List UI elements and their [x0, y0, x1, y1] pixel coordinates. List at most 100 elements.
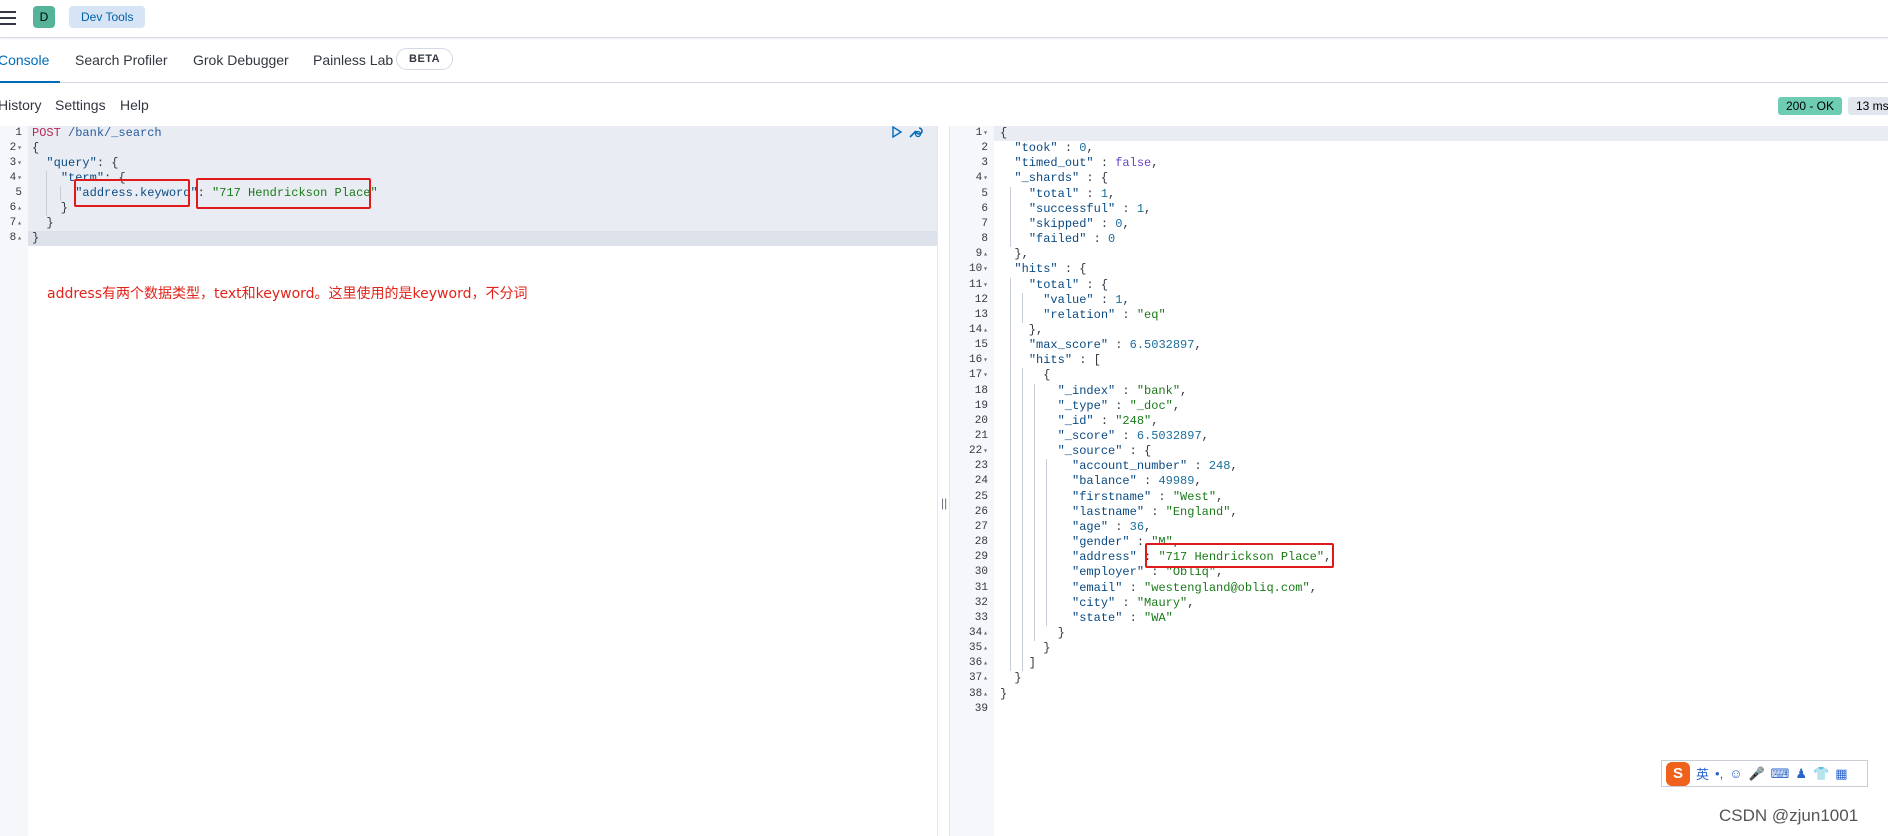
space-avatar[interactable]: D — [33, 6, 55, 28]
line-number: 37▴ — [968, 672, 988, 685]
tab-painless-lab[interactable]: Painless Lab — [313, 38, 393, 83]
line-number: 3▾ — [9, 157, 22, 169]
response-line: "account_number" : 248, — [1072, 459, 1238, 474]
tab-search-profiler[interactable]: Search Profiler — [75, 38, 168, 83]
pane-splitter[interactable]: || — [937, 126, 950, 836]
ime-toolbar: S 英 •, ☺ 🎤 ⌨ ♟ 👕 ▦ — [1661, 760, 1868, 787]
status-badge: 200 - OK — [1778, 97, 1843, 115]
indent-guide — [1046, 459, 1047, 626]
response-gutter: 1▾ 2 3 4▾ 5 6 7 8 9▴ 10▾ 11▾ 12 13 14▴ 15 16▾ 17▾ 18 19 20 2… — [950, 126, 994, 836]
indent-guide — [1010, 186, 1011, 248]
request-line-2: { — [32, 141, 40, 155]
response-line: "lastname" : "England", — [1072, 504, 1238, 519]
response-line: "failed" : 0 — [1028, 232, 1116, 247]
annotation-note: address有两个数据类型，text和keyword。这里使用的是keywor… — [47, 286, 528, 302]
line-number: 29 — [974, 551, 988, 564]
response-line: "email" : "westengland@obliq.com", — [1072, 580, 1317, 595]
request-editor[interactable]: 1 2▾ 3▾ 4▾ 5 6▴ 7▴ 8▴ POST /bank/_search… — [0, 126, 937, 836]
active-line-highlight — [28, 231, 937, 246]
line-number: 23 — [974, 460, 988, 473]
line-number: 31 — [974, 581, 988, 594]
line-number: 2▾ — [9, 142, 22, 154]
line-number: 2 — [981, 142, 988, 155]
history-link[interactable]: History — [0, 97, 42, 113]
request-line-8: } — [32, 231, 40, 245]
response-line: "hits" : [ — [1028, 353, 1101, 368]
line-number: 6 — [981, 202, 988, 215]
highlight-box-value — [196, 178, 371, 209]
emoji-icon[interactable]: ☺ — [1729, 766, 1742, 781]
response-line: "timed_out" : false, — [1014, 156, 1159, 171]
request-gutter: 1 2▾ 3▾ 4▾ 5 6▴ 7▴ 8▴ — [0, 126, 28, 836]
response-line: "_score" : 6.5032897, — [1057, 429, 1209, 443]
line-number: 18 — [974, 384, 988, 397]
line-number: 36▴ — [968, 657, 988, 670]
response-line: } — [1000, 641, 1051, 656]
response-line: "skipped" : 0, — [1028, 216, 1130, 231]
line-number: 28 — [974, 536, 988, 549]
punctuation-icon[interactable]: •, — [1715, 766, 1723, 781]
line-number: 7▴ — [9, 217, 22, 229]
line-number: 24 — [974, 475, 988, 488]
highlight-box-field — [74, 179, 190, 207]
line-number: 15 — [974, 339, 988, 352]
response-line: } — [1000, 671, 1022, 686]
response-line: "_type" : "_doc", — [1057, 398, 1181, 413]
line-number: 20 — [974, 414, 988, 427]
top-header: D Dev Tools — [0, 0, 1888, 38]
indent-guide — [1034, 383, 1035, 642]
beta-badge: BETA — [396, 48, 454, 70]
microphone-icon[interactable]: 🎤 — [1748, 766, 1764, 782]
line-number: 12 — [974, 293, 988, 306]
ime-logo-icon[interactable]: S — [1666, 761, 1690, 786]
tab-console[interactable]: Console — [0, 38, 60, 83]
response-line: "hits" : { — [1014, 262, 1087, 277]
line-number: 32 — [974, 596, 988, 609]
request-line-7: } — [32, 216, 54, 230]
breadcrumb-dev-tools[interactable]: Dev Tools — [69, 6, 146, 28]
line-number: 1▾ — [975, 127, 988, 139]
tools-icon[interactable]: ♟ — [1795, 766, 1807, 782]
ime-lang-toggle[interactable]: 英 — [1696, 764, 1709, 783]
response-line: "successful" : 1, — [1028, 201, 1152, 216]
response-line: "_shards" : { — [1014, 171, 1109, 186]
response-line: "_index" : "bank", — [1057, 383, 1188, 398]
line-number: 10▾ — [968, 263, 988, 276]
line-number: 30 — [974, 566, 988, 579]
settings-link[interactable]: Settings — [55, 97, 106, 113]
line-number: 4▾ — [975, 172, 988, 185]
line-number: 16▾ — [968, 354, 988, 367]
line-number: 19 — [974, 399, 988, 412]
line-number: 25 — [974, 490, 988, 503]
skin-icon[interactable]: 👕 — [1813, 766, 1829, 782]
response-active-line — [994, 126, 1888, 141]
request-time-badge: 13 ms — [1848, 97, 1888, 115]
console-toolbar: History Settings Help 200 - OK 13 ms — [0, 83, 1888, 126]
line-number: 13 — [974, 308, 988, 321]
response-line: "relation" : "eq" — [1043, 307, 1166, 322]
response-line: }, — [1000, 322, 1044, 337]
help-link[interactable]: Help — [120, 97, 149, 113]
indent-guide — [1022, 368, 1023, 672]
line-number: 4▾ — [9, 172, 22, 184]
menu-icon[interactable] — [0, 11, 16, 25]
tab-grok-debugger[interactable]: Grok Debugger — [193, 38, 289, 83]
play-icon[interactable] — [891, 126, 903, 138]
line-number: 8 — [981, 233, 988, 246]
request-line-6: } — [32, 201, 69, 215]
grid-icon[interactable]: ▦ — [1835, 766, 1847, 782]
request-line-3: "query": { — [46, 156, 119, 170]
line-number: 27 — [974, 520, 988, 533]
response-line: ] — [1000, 656, 1037, 671]
splitter-handle-icon[interactable]: || — [941, 496, 947, 510]
highlight-box-response-address — [1145, 543, 1334, 568]
keyboard-icon[interactable]: ⌨ — [1771, 766, 1790, 782]
dev-tools-tabs: Console Search Profiler Grok Debugger Pa… — [0, 38, 1888, 83]
line-number: 7 — [981, 217, 988, 230]
line-number: 38▴ — [968, 687, 988, 700]
line-number: 8▴ — [9, 232, 22, 244]
line-number: 5 — [981, 187, 988, 200]
line-number: 6▴ — [9, 202, 22, 214]
line-number: 5 — [15, 187, 22, 199]
wrench-icon[interactable] — [907, 125, 923, 139]
